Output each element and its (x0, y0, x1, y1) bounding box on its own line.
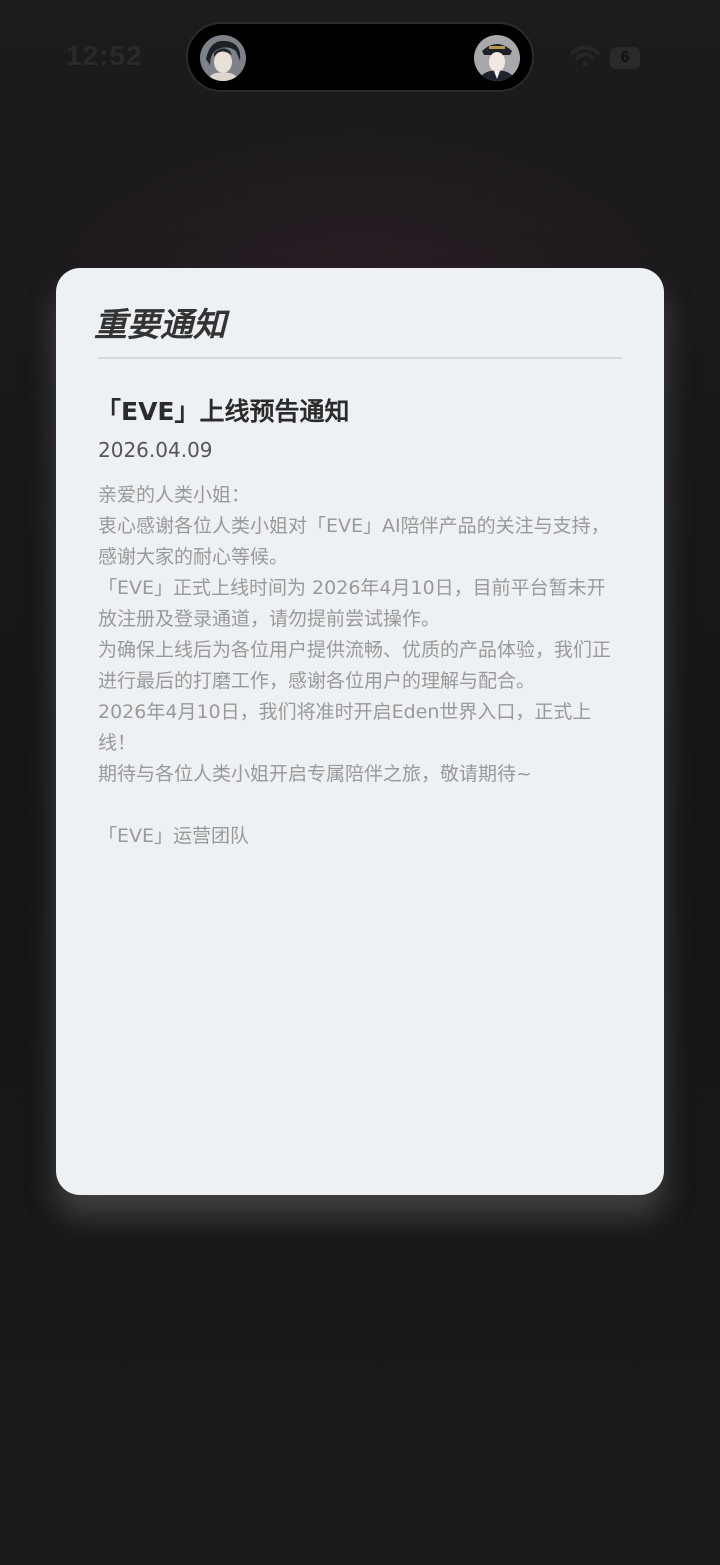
notice-paragraph: 2026年4月10日，我们将准时开启Eden世界入口，正式上线！ (98, 701, 592, 754)
avatar-icon[interactable] (474, 35, 520, 81)
notice-body: 亲爱的人类小姐： 衷心感谢各位人类小姐对「EVE」AI陪伴产品的关注与支持，感谢… (98, 480, 623, 852)
notice-paragraph: 衷心感谢各位人类小姐对「EVE」AI陪伴产品的关注与支持，感谢大家的耐心等候。 (98, 515, 610, 568)
modal-divider (98, 357, 622, 359)
status-time: 12:52 (66, 40, 143, 71)
notice-signature: 「EVE」运营团队 (98, 825, 250, 847)
notice-paragraph: 亲爱的人类小姐： (98, 484, 251, 506)
notice-paragraph: 「EVE」正式上线时间为 2026年4月10日，目前平台暂未开放注册及登录通道，… (98, 577, 606, 630)
notice-paragraph: 为确保上线后为各位用户提供流畅、优质的产品体验，我们正进行最后的打磨工作，感谢各… (98, 639, 612, 692)
modal-title: 重要通知 (94, 305, 226, 344)
status-icons: 6 (570, 44, 650, 74)
notice-title: 「EVE」上线预告通知 (96, 397, 350, 426)
wifi-icon (570, 45, 600, 67)
battery-icon: 6 (610, 47, 640, 69)
notice-date: 2026.04.09 (98, 438, 213, 462)
notice-modal: 重要通知 「EVE」上线预告通知 2026.04.09 亲爱的人类小姐： 衷心感… (56, 268, 664, 1195)
notice-paragraph: 期待与各位人类小姐开启专属陪伴之旅，敬请期待~ (98, 763, 532, 785)
avatar-icon[interactable] (200, 35, 246, 81)
dynamic-island[interactable] (186, 22, 534, 92)
screen: 12:52 6 重要通知 「EVE」上线预告通知 2026.04.09 亲爱的人… (0, 0, 720, 1565)
